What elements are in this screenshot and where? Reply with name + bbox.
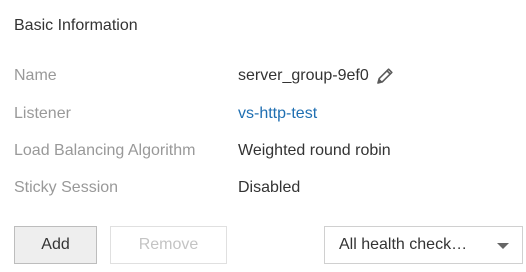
field-row-listener: Listener vs-http-test [0,103,526,125]
field-label-sticky-session: Sticky Session [14,179,119,196]
caret-down-icon [497,243,509,249]
listener-link[interactable]: vs-http-test [238,103,317,125]
field-row-algorithm: Load Balancing Algorithm Weighted round … [0,140,526,162]
field-label-listener: Listener [14,105,71,122]
pencil-icon[interactable] [375,66,395,86]
field-value-algorithm: Weighted round robin [238,142,391,159]
field-label-algorithm: Load Balancing Algorithm [14,142,196,159]
health-check-filter-value: All health check… [339,236,468,253]
field-value-sticky-session: Disabled [238,179,301,196]
field-row-sticky-session: Sticky Session Disabled [0,177,526,199]
health-check-filter-select[interactable]: All health check… [324,226,523,264]
field-row-name: Name server_group-9ef0 [0,65,526,87]
section-title: Basic Information [14,17,138,34]
add-button[interactable]: Add [14,226,97,264]
field-value-name: server_group-9ef0 [238,67,369,84]
field-label-name: Name [14,67,57,84]
remove-button[interactable]: Remove [110,226,227,264]
field-value-name-wrap: server_group-9ef0 [238,65,395,87]
